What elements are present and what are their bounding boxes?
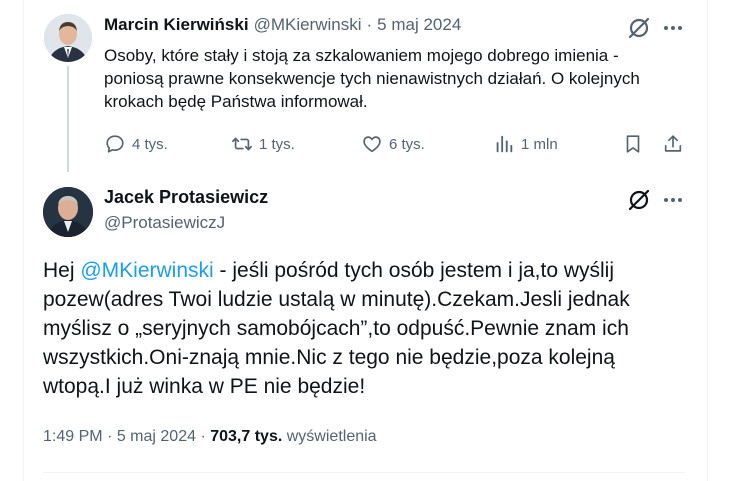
like-icon [363,136,381,153]
separator: · [107,428,113,445]
reply-icon [106,135,124,153]
views-count[interactable]: 703,7 tys. [210,428,282,445]
avatar-jacek[interactable] [43,187,93,237]
reply-count: 4 tys. [132,135,168,153]
tweet-date[interactable]: 5 maj 2024 [117,428,196,445]
share-icon [664,135,682,152]
avatar-marcin[interactable] [44,14,92,62]
author-handle[interactable]: @ProtasiewiczJ [104,213,225,233]
bookmark-button[interactable] [622,131,650,157]
separator: · [200,428,206,445]
divider [43,472,685,473]
views-label: wyświetlenia [286,428,377,445]
author-name[interactable]: Jacek Protasiewicz [104,187,268,208]
like-button[interactable]: 6 tys. [361,131,425,157]
parent-tweet-actions: 4 tys. 1 tys. 6 tys. 1 mln [104,131,694,157]
more-icon[interactable] [660,187,686,213]
main-tweet-text: Hej @MKierwinski - jeśli pośród tych osó… [43,256,683,401]
author-handle[interactable]: @MKierwinski [254,15,362,35]
bookmark-icon [626,135,640,153]
separator: · [366,15,373,34]
share-button[interactable] [662,131,690,157]
frame-left-border [23,0,24,481]
mention-link[interactable]: @MKierwinski [80,259,213,282]
reply-button[interactable]: 4 tys. [104,131,168,157]
parent-tweet-header: Marcin Kierwiński @MKierwinski · 5 maj 2… [104,14,461,36]
views-count: 1 mln [521,135,558,153]
author-name[interactable]: Marcin Kierwiński [104,15,249,35]
views-button[interactable]: 1 mln [493,131,558,157]
thread-line [67,66,69,172]
tweet-time[interactable]: 1:49 PM [43,428,103,445]
grok-icon[interactable] [626,15,652,41]
views-icon [496,135,513,153]
like-count: 6 tys. [389,135,425,153]
grok-icon[interactable] [626,187,652,213]
parent-tweet-text: Osoby, które stały i stoją za szkalowani… [104,46,640,111]
repost-button[interactable]: 1 tys. [231,131,295,157]
tweet-meta: 1:49 PM · 5 maj 2024 · 703,7 tys. wyświe… [43,428,377,446]
repost-count: 1 tys. [259,135,295,153]
frame-right-border [707,0,708,481]
tweet-date[interactable]: 5 maj 2024 [377,15,461,35]
more-icon[interactable] [660,15,686,41]
text-prefix: Hej [43,259,81,282]
repost-icon [232,137,252,151]
